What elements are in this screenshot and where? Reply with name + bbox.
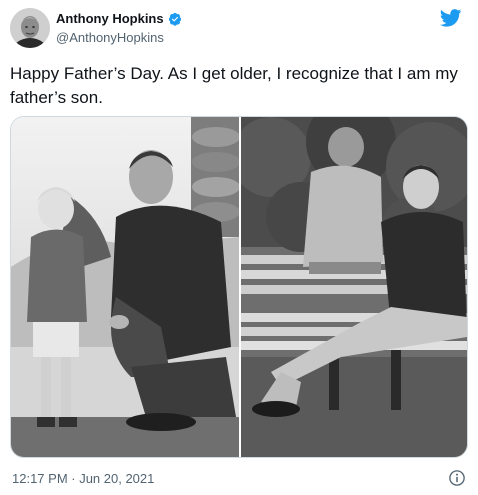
info-icon[interactable] xyxy=(448,469,466,487)
author-handle[interactable]: @AnthonyHopkins xyxy=(56,30,164,45)
tweet-card: Anthony Hopkins @AnthonyHopkins Happy Fa… xyxy=(0,0,478,495)
photo-man-crouching-with-child[interactable] xyxy=(11,117,239,457)
avatar-image xyxy=(10,8,50,48)
verified-badge-icon xyxy=(168,12,182,26)
tweet-media[interactable] xyxy=(10,116,468,458)
twitter-bird-icon[interactable] xyxy=(440,9,462,27)
author-avatar[interactable] xyxy=(10,8,50,48)
tweet-text: Happy Father’s Day. As I get older, I re… xyxy=(10,64,458,107)
tweet-timestamp[interactable]: 12:17 PM · Jun 20, 2021 xyxy=(12,471,154,486)
author-name-row[interactable]: Anthony Hopkins xyxy=(56,11,182,26)
author-name[interactable]: Anthony Hopkins xyxy=(56,11,164,26)
photo-man-sitting-on-bench[interactable] xyxy=(241,117,467,457)
